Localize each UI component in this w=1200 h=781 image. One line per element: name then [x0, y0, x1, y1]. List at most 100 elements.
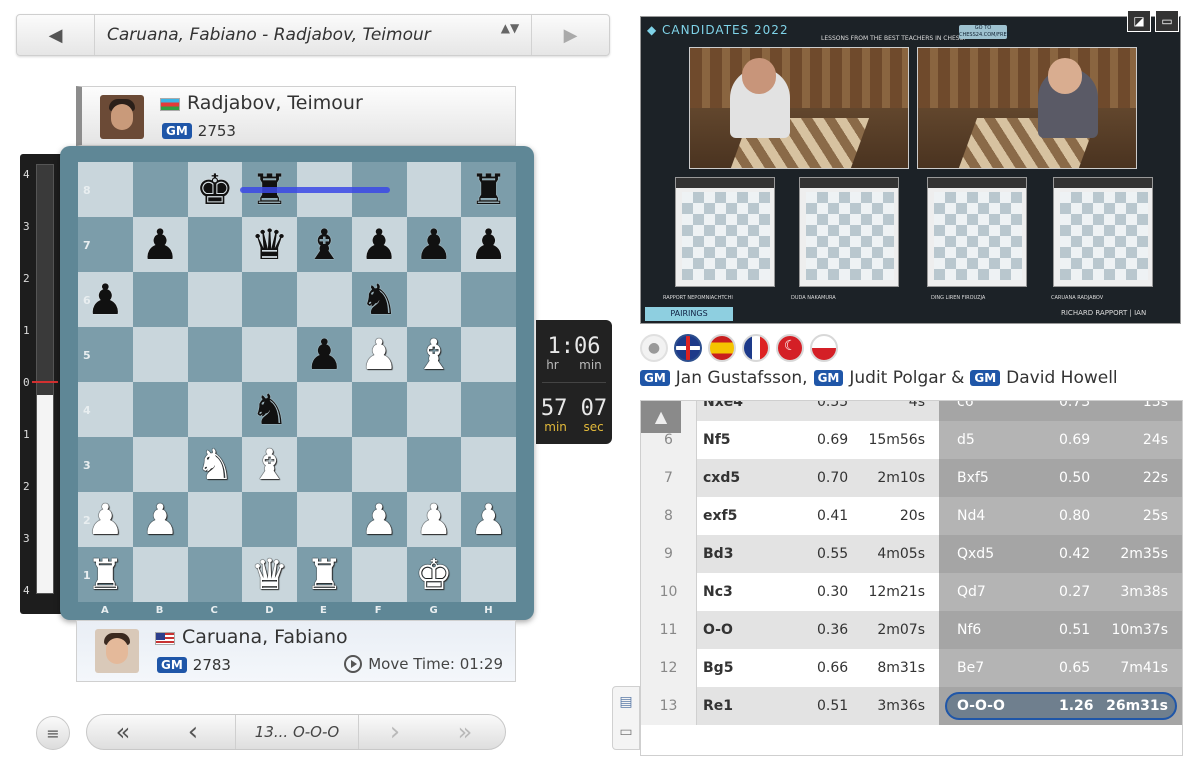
square-h6[interactable] — [461, 272, 516, 327]
square-g1[interactable]: G ♚ — [406, 547, 462, 616]
video-player[interactable]: ◆ CANDIDATES 2022 LESSONS FROM THE BEST … — [640, 16, 1181, 324]
next-move-button[interactable]: › — [373, 715, 417, 749]
square-h1[interactable]: H — [461, 547, 516, 616]
square-a2[interactable]: 2 ♟ — [78, 492, 133, 547]
white-move-cell[interactable]: Nf5 0.69 15m56s — [697, 421, 939, 459]
square-b4[interactable] — [132, 382, 188, 437]
white-queen-icon[interactable]: ♛ — [251, 553, 289, 596]
black-pawn-icon[interactable]: ♟ — [470, 223, 508, 266]
black-move-cell[interactable]: Bxf5 0.50 22s — [939, 459, 1182, 497]
white-move-cell[interactable]: exf5 0.41 20s — [697, 497, 939, 535]
square-g8[interactable] — [406, 162, 462, 217]
square-f1[interactable]: F — [351, 547, 407, 616]
first-move-button[interactable]: « — [101, 715, 145, 749]
square-g7[interactable]: ♟ — [406, 217, 462, 272]
player-name[interactable]: Radjabov, Teimour — [187, 92, 363, 114]
black-pawn-icon[interactable]: ♟ — [360, 223, 398, 266]
white-move-cell[interactable]: Nc3 0.30 12m21s — [697, 573, 939, 611]
square-f5[interactable]: ♟ — [351, 327, 407, 382]
square-h7[interactable]: ♟ — [461, 217, 516, 272]
square-b2[interactable]: ♟ — [132, 492, 188, 547]
square-c4[interactable] — [187, 382, 243, 437]
square-h5[interactable] — [461, 327, 516, 382]
square-b5[interactable] — [132, 327, 188, 382]
game-title[interactable]: Caruana, Fabiano - Radjabov, Teimour — [107, 15, 431, 55]
square-a8[interactable]: 8 — [78, 162, 133, 217]
square-d2[interactable] — [242, 492, 297, 547]
square-f6[interactable]: ♞ — [351, 272, 407, 327]
black-move-cell[interactable]: c6 0.73 13s — [939, 401, 1182, 421]
square-e3[interactable] — [297, 437, 352, 492]
square-f7[interactable]: ♟ — [351, 217, 407, 272]
white-move-cell[interactable]: Bg5 0.66 8m31s — [697, 649, 939, 687]
player-name[interactable]: Caruana, Fabiano — [182, 626, 348, 648]
square-a4[interactable]: 4 — [78, 382, 133, 437]
fullscreen-video-button[interactable]: ▭ — [1155, 10, 1179, 32]
square-d1[interactable]: D ♛ — [242, 547, 297, 616]
square-e5[interactable]: ♟ — [297, 327, 352, 382]
square-d6[interactable] — [242, 272, 297, 327]
white-pawn-icon[interactable]: ♟ — [360, 333, 398, 376]
square-b7[interactable]: ♟ — [132, 217, 188, 272]
square-a7[interactable]: 7 — [78, 217, 133, 272]
black-move-cell[interactable]: Qd7 0.27 3m38s — [939, 573, 1182, 611]
notation-view-button[interactable]: ▤ — [613, 687, 639, 717]
black-pawn-icon[interactable]: ♟ — [87, 278, 125, 321]
white-move-cell[interactable]: cxd5 0.70 2m10s — [697, 459, 939, 497]
black-knight-icon[interactable]: ♞ — [360, 278, 398, 321]
square-g6[interactable] — [406, 272, 462, 327]
menu-button[interactable]: ≡ — [36, 716, 70, 750]
black-move-cell[interactable]: O-O-O 1.26 26m31s — [939, 687, 1182, 725]
square-a5[interactable]: 5 — [78, 327, 133, 382]
square-d5[interactable] — [242, 327, 297, 382]
square-h8[interactable]: ♜ — [461, 162, 516, 217]
white-pawn-icon[interactable]: ♟ — [415, 498, 453, 541]
white-move-cell[interactable]: Bd3 0.55 4m05s — [697, 535, 939, 573]
square-c6[interactable] — [187, 272, 243, 327]
black-move-cell[interactable]: Qxd5 0.42 2m35s — [939, 535, 1182, 573]
black-king-icon[interactable]: ♚ — [196, 168, 234, 211]
square-f4[interactable] — [351, 382, 407, 437]
spanish-flag-icon[interactable] — [708, 334, 736, 362]
white-pawn-icon[interactable]: ♟ — [470, 498, 508, 541]
white-bishop-icon[interactable]: ♝ — [415, 333, 453, 376]
square-h2[interactable]: ♟ — [461, 492, 516, 547]
camera-icon[interactable]: ● — [640, 334, 668, 362]
last-move-button[interactable]: » — [443, 715, 487, 749]
square-e2[interactable] — [297, 492, 352, 547]
square-e1[interactable]: E ♜ — [297, 547, 352, 616]
square-g4[interactable] — [406, 382, 462, 437]
next-game-button[interactable]: ▶ — [531, 15, 609, 55]
square-c7[interactable] — [187, 217, 243, 272]
black-move-cell[interactable]: d5 0.69 24s — [939, 421, 1182, 459]
black-pawn-icon[interactable]: ♟ — [415, 223, 453, 266]
black-queen-icon[interactable]: ♛ — [251, 223, 289, 266]
square-d3[interactable]: ♝ — [242, 437, 297, 492]
scroll-up-button[interactable]: ▲ — [641, 401, 681, 433]
black-knight-icon[interactable]: ♞ — [251, 388, 289, 431]
english-flag-icon[interactable] — [674, 334, 702, 362]
black-pawn-icon[interactable]: ♟ — [141, 223, 179, 266]
square-a3[interactable]: 3 — [78, 437, 133, 492]
square-c5[interactable] — [187, 327, 243, 382]
white-move-cell[interactable]: O-O 0.36 2m07s — [697, 611, 939, 649]
square-a1[interactable]: 1 A ♜ — [78, 547, 133, 616]
square-c8[interactable]: ♚ — [187, 162, 243, 217]
white-pawn-icon[interactable]: ♟ — [360, 498, 398, 541]
french-flag-icon[interactable] — [742, 334, 770, 362]
black-move-cell[interactable]: Be7 0.65 7m41s — [939, 649, 1182, 687]
white-rook-icon[interactable]: ♜ — [87, 553, 125, 596]
black-move-cell[interactable]: Nf6 0.51 10m37s — [939, 611, 1182, 649]
white-move-cell[interactable]: Re1 0.51 3m36s — [697, 687, 939, 725]
white-pawn-icon[interactable]: ♟ — [87, 498, 125, 541]
square-b6[interactable] — [132, 272, 188, 327]
square-c3[interactable]: ♞ — [187, 437, 243, 492]
square-f3[interactable] — [351, 437, 407, 492]
square-b3[interactable] — [132, 437, 188, 492]
square-b8[interactable] — [132, 162, 188, 217]
game-dropdown-toggle[interactable]: ▲▼ — [499, 22, 521, 48]
black-rook-icon[interactable]: ♜ — [470, 168, 508, 211]
black-pawn-icon[interactable]: ♟ — [306, 333, 344, 376]
square-h3[interactable] — [461, 437, 516, 492]
square-e4[interactable] — [297, 382, 352, 437]
